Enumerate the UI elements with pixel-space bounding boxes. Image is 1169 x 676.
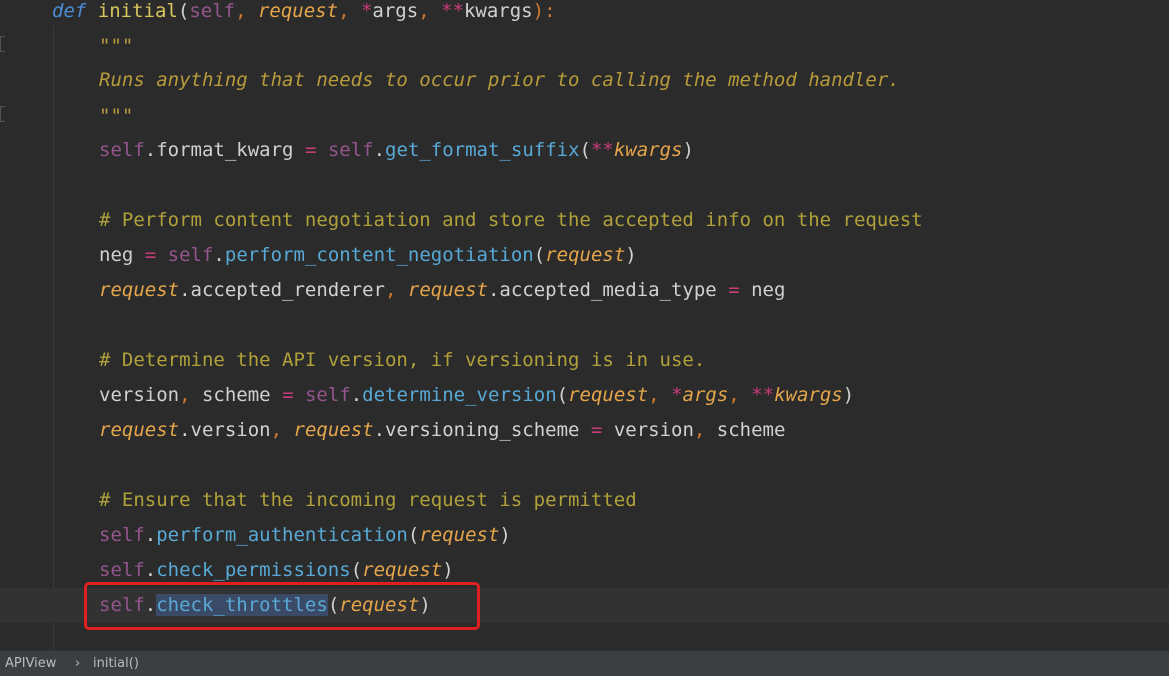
code-line-accepted[interactable]: request.accepted_renderer, request.accep…: [0, 273, 1169, 308]
code-editor[interactable]: def initial(self, request, *args, **kwar…: [0, 0, 1169, 650]
code-line-versioning[interactable]: request.version, request.versioning_sche…: [0, 413, 1169, 448]
chevron-right-icon: ›: [75, 656, 81, 671]
docstring-text: Runs anything that needs to occur prior …: [99, 69, 900, 91]
method-call: get_format_suffix: [385, 139, 580, 161]
code-line-def[interactable]: def initial(self, request, *args, **kwar…: [0, 0, 1169, 29]
method-call: determine_version: [362, 384, 557, 406]
annotation-highlight-box: [84, 582, 480, 630]
method-call: check_permissions: [156, 559, 351, 581]
code-comment: # Determine the API version, if versioni…: [99, 349, 706, 371]
code-comment: # Perform content negotiation and store …: [99, 209, 923, 231]
code-line-determine-version[interactable]: version, scheme = self.determine_version…: [0, 378, 1169, 413]
request-param: request: [257, 0, 339, 22]
breadcrumb-method[interactable]: initial(): [93, 651, 139, 676]
breadcrumb-class[interactable]: APIView: [5, 651, 56, 676]
breadcrumb: APIView › initial(): [0, 650, 1169, 676]
code-line-comment[interactable]: # Ensure that the incoming request is pe…: [0, 483, 1169, 518]
code-comment: # Ensure that the incoming request is pe…: [99, 489, 637, 511]
code-line-docstring[interactable]: Runs anything that needs to occur prior …: [0, 63, 1169, 98]
code-line-comment[interactable]: # Determine the API version, if versioni…: [0, 343, 1169, 378]
function-name: initial: [97, 0, 178, 22]
code-line-comment[interactable]: # Perform content negotiation and store …: [0, 203, 1169, 238]
kwargs-param: kwargs: [463, 0, 533, 22]
def-keyword: def: [52, 0, 87, 22]
args-param: args: [372, 0, 419, 22]
code-line-negotiation[interactable]: neg = self.perform_content_negotiation(r…: [0, 238, 1169, 273]
code-line-docstring-close[interactable]: """: [0, 99, 1169, 134]
self-param: self: [189, 0, 236, 22]
method-call: perform_authentication: [156, 524, 408, 546]
method-call: perform_content_negotiation: [224, 244, 534, 266]
code-line-authentication[interactable]: self.perform_authentication(request): [0, 518, 1169, 553]
code-line-format-kwarg[interactable]: self.format_kwarg = self.get_format_suff…: [0, 133, 1169, 168]
code-line-docstring-open[interactable]: """: [0, 29, 1169, 64]
